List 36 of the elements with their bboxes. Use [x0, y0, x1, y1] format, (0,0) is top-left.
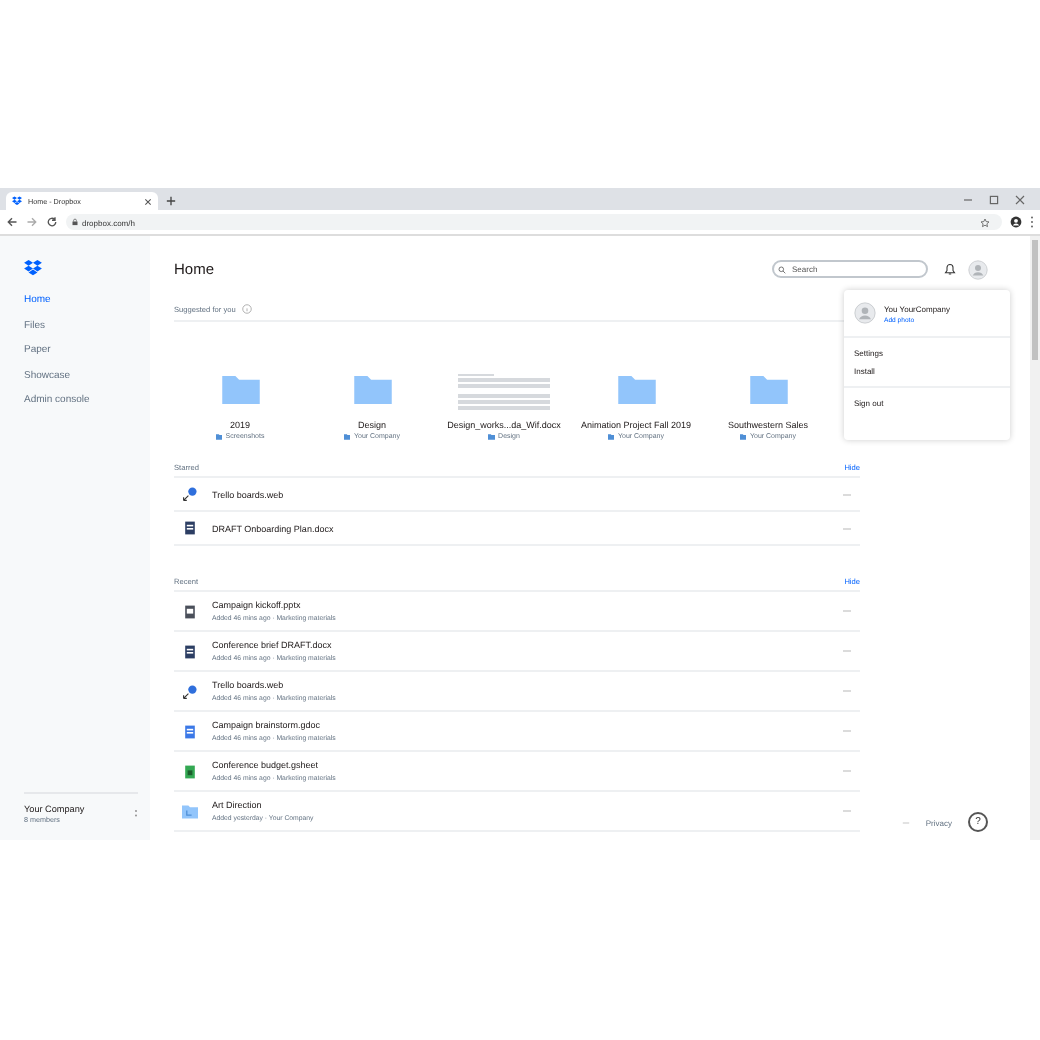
spreadsheet-icon: [182, 763, 198, 779]
document-thumbnail[interactable]: [458, 373, 550, 409]
folder-icon: [215, 433, 223, 439]
folder-icon[interactable]: [749, 373, 787, 403]
avatar-icon[interactable]: [968, 259, 988, 279]
link-icon: [182, 683, 198, 699]
profile-icon[interactable]: [1010, 216, 1022, 228]
folder-icon: [607, 433, 615, 439]
reload-icon[interactable]: [46, 216, 58, 228]
presentation-icon: [182, 603, 198, 619]
minimize-icon[interactable]: [962, 194, 974, 206]
dropbox-logo-icon[interactable]: [24, 260, 42, 276]
document-icon: [182, 643, 198, 659]
folder-icon: [343, 433, 351, 439]
search-icon: [778, 265, 786, 273]
star-icon[interactable]: [980, 217, 990, 227]
back-icon[interactable]: [6, 216, 18, 228]
document-icon: [182, 723, 198, 739]
link-icon: [182, 486, 198, 502]
lock-icon: [72, 218, 78, 226]
close-icon[interactable]: [144, 197, 152, 205]
folder-icon[interactable]: [353, 373, 391, 403]
folder-icon[interactable]: [617, 373, 655, 403]
folder-icon: [488, 433, 496, 439]
folder-icon: [739, 433, 747, 439]
new-tab-icon[interactable]: [166, 196, 176, 206]
document-icon: [182, 520, 198, 536]
bell-icon[interactable]: [944, 262, 956, 276]
folder-icon: [182, 803, 198, 819]
maximize-icon[interactable]: [988, 194, 1000, 206]
folder-icon[interactable]: [221, 373, 259, 403]
dropbox-logo-icon: [12, 196, 22, 206]
info-icon[interactable]: [241, 304, 252, 314]
avatar-icon: [854, 302, 876, 324]
close-icon[interactable]: [1014, 194, 1026, 206]
forward-icon[interactable]: [26, 216, 38, 228]
